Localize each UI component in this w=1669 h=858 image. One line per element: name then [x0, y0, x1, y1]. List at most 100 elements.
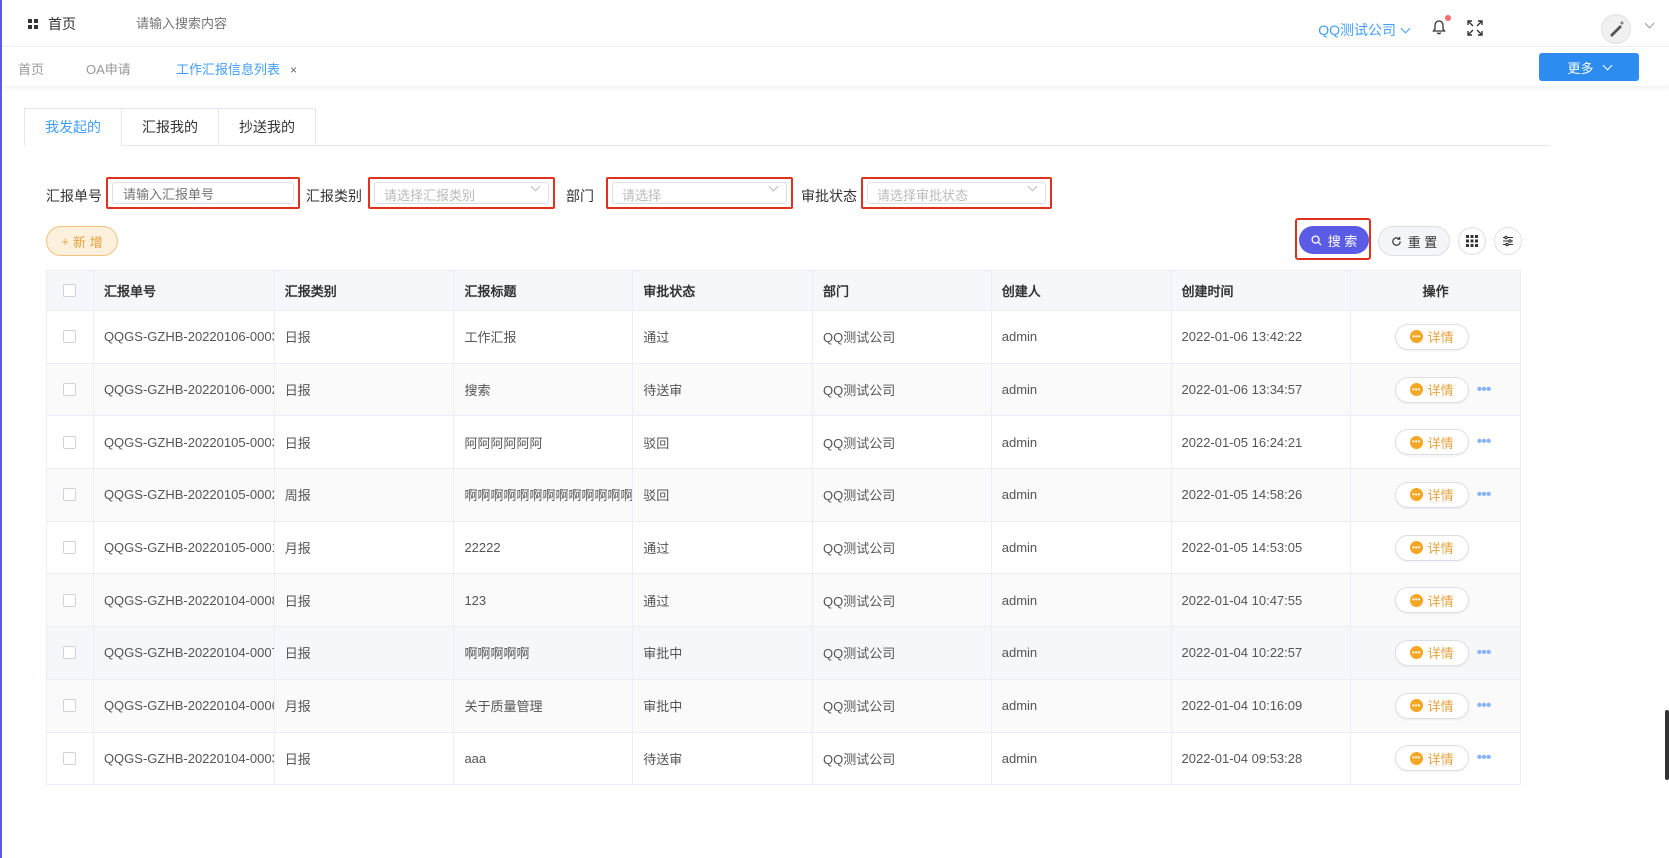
more-actions-icon[interactable]: •••: [1477, 697, 1497, 715]
row-checkbox[interactable]: [63, 751, 77, 765]
approval-status-cell: 待送审: [633, 363, 813, 416]
creator-cell: admin: [992, 521, 1172, 574]
detail-button[interactable]: ••• 详情: [1394, 534, 1469, 561]
report-no-cell: QQGS-GZHB-20220106-0003: [94, 311, 275, 363]
created-time-cell: 2022-01-04 10:22:57: [1172, 627, 1352, 679]
more-actions-icon[interactable]: •••: [1477, 644, 1497, 662]
detail-button[interactable]: ••• 详情: [1394, 587, 1469, 614]
tab-cc-to-me[interactable]: 抄送我的: [219, 108, 316, 146]
column-header: 操作: [1422, 284, 1449, 299]
row-checkbox[interactable]: [63, 330, 77, 344]
column-header: 汇报类别: [275, 271, 455, 310]
more-circle-icon: •••: [1409, 541, 1423, 555]
row-checkbox[interactable]: [63, 541, 77, 555]
creator-cell: admin: [992, 311, 1172, 363]
dept-cell: QQ测试公司: [813, 732, 992, 785]
home-menu-button[interactable]: 首页: [28, 14, 76, 34]
table-row[interactable]: QQGS-GZHB-20220104-0007 日报 啊啊啊啊啊 审批中 QQ测…: [47, 627, 1520, 680]
left-accent-bar: [0, 0, 2, 858]
company-name: QQ测试公司: [1318, 22, 1396, 38]
tag-home[interactable]: 首页: [18, 59, 44, 78]
close-icon[interactable]: ×: [290, 63, 297, 77]
row-checkbox[interactable]: [63, 383, 77, 397]
report-type-cell: 日报: [275, 416, 455, 469]
detail-button[interactable]: ••• 详情: [1394, 323, 1469, 350]
row-actions: ••• 详情 •••: [1394, 692, 1497, 719]
row-select-cell: [47, 416, 94, 469]
select-all-checkbox[interactable]: [63, 284, 77, 297]
approval-status-placeholder: 请选择审批状态: [877, 188, 969, 203]
report-title-cell: aaa: [454, 732, 634, 785]
tab-reported-to-me[interactable]: 汇报我的: [122, 108, 219, 146]
report-tabs: 我发起的 汇报我的 抄送我的: [24, 108, 316, 146]
more-circle-icon: •••: [1409, 435, 1423, 449]
actions-cell: ••• 详情 •••: [1351, 416, 1520, 468]
detail-button[interactable]: ••• 详情: [1394, 429, 1469, 456]
report-title-cell: 关于质量管理: [454, 679, 634, 732]
table-row[interactable]: QQGS-GZHB-20220105-0003 日报 阿阿阿阿阿阿 驳回 QQ测…: [47, 416, 1520, 470]
report-no-field-highlight: [106, 177, 300, 209]
more-actions-icon[interactable]: •••: [1477, 749, 1497, 767]
column-settings-icon[interactable]: [1458, 227, 1486, 255]
approval-status-cell: 审批中: [633, 627, 813, 679]
row-checkbox[interactable]: [63, 435, 77, 449]
tag-oa-apply[interactable]: OA申请: [86, 59, 131, 78]
detail-button[interactable]: ••• 详情: [1394, 481, 1469, 508]
filter-settings-icon[interactable]: [1494, 227, 1522, 255]
tag-work-report-list[interactable]: 工作汇报信息列表 ×: [176, 59, 297, 78]
search-button[interactable]: 搜 索: [1299, 226, 1369, 254]
report-title-cell: 啊啊啊啊啊: [454, 627, 634, 679]
column-header: 审批状态: [633, 271, 813, 310]
table-row[interactable]: QQGS-GZHB-20220104-0003 日报 aaa 待送审 QQ测试公…: [47, 732, 1520, 786]
company-switcher[interactable]: QQ测试公司: [1318, 20, 1411, 40]
user-avatar[interactable]: [1601, 14, 1631, 44]
more-actions-icon[interactable]: •••: [1477, 433, 1497, 451]
report-no-input[interactable]: [122, 183, 288, 205]
table-row[interactable]: QQGS-GZHB-20220105-0002 周报 啊啊啊啊啊啊啊啊啊啊啊啊啊…: [47, 469, 1520, 522]
dept-cell: QQ测试公司: [813, 574, 992, 627]
notification-bell-icon[interactable]: [1431, 15, 1451, 35]
detail-button[interactable]: ••• 详情: [1394, 639, 1469, 666]
report-type-cell: 月报: [275, 521, 455, 574]
detail-label: 详情: [1427, 646, 1454, 662]
column-header: 创建人: [992, 271, 1172, 310]
table-row[interactable]: QQGS-GZHB-20220106-0003 日报 工作汇报 通过 QQ测试公…: [47, 311, 1520, 364]
row-checkbox[interactable]: [63, 593, 77, 607]
approval-status-select[interactable]: 请选择审批状态: [861, 177, 1052, 209]
dept-cell: QQ测试公司: [813, 521, 992, 574]
more-button[interactable]: 更多: [1539, 53, 1639, 81]
dept-cell: QQ测试公司: [813, 679, 992, 732]
tag-work-report-label: 工作汇报信息列表: [176, 62, 281, 77]
reset-button[interactable]: 重 置: [1378, 226, 1450, 256]
dept-placeholder: 请选择: [622, 188, 662, 203]
detail-button[interactable]: ••• 详情: [1394, 692, 1469, 719]
tab-initiated-by-me[interactable]: 我发起的: [24, 108, 122, 146]
more-circle-icon: •••: [1409, 751, 1423, 765]
more-actions-icon[interactable]: •••: [1477, 381, 1497, 399]
global-search-input[interactable]: [136, 14, 376, 32]
detail-label: 详情: [1427, 593, 1454, 609]
fullscreen-icon[interactable]: [1467, 20, 1483, 36]
row-checkbox[interactable]: [63, 488, 77, 502]
more-circle-icon: •••: [1409, 593, 1423, 607]
table-row[interactable]: QQGS-GZHB-20220105-0001 月报 22222 通过 QQ测试…: [47, 521, 1520, 575]
table-row[interactable]: QQGS-GZHB-20220104-0006 月报 关于质量管理 审批中 QQ…: [47, 679, 1520, 733]
scrollbar-handle[interactable]: [1665, 710, 1669, 780]
row-checkbox[interactable]: [63, 646, 77, 660]
table-row[interactable]: QQGS-GZHB-20220106-0002 日报 搜索 待送审 QQ测试公司…: [47, 363, 1520, 417]
report-type-cell: 周报: [275, 469, 455, 521]
detail-button[interactable]: ••• 详情: [1394, 376, 1469, 403]
reset-label: 重 置: [1407, 234, 1438, 250]
creator-cell: admin: [992, 732, 1172, 785]
more-actions-icon[interactable]: •••: [1477, 486, 1497, 504]
row-checkbox[interactable]: [63, 699, 77, 713]
user-menu-chevron-icon[interactable]: [1644, 18, 1655, 29]
row-select-cell: [47, 521, 94, 574]
dept-select[interactable]: 请选择: [606, 177, 793, 209]
detail-button[interactable]: ••• 详情: [1394, 745, 1469, 772]
table-row[interactable]: QQGS-GZHB-20220104-0008 日报 123 通过 QQ测试公司…: [47, 574, 1520, 628]
report-type-select[interactable]: 请选择汇报类别: [368, 177, 555, 209]
creator-cell: admin: [992, 363, 1172, 416]
created-time-cell: 2022-01-04 10:16:09: [1172, 679, 1352, 732]
add-button[interactable]: + 新 增: [46, 226, 118, 256]
